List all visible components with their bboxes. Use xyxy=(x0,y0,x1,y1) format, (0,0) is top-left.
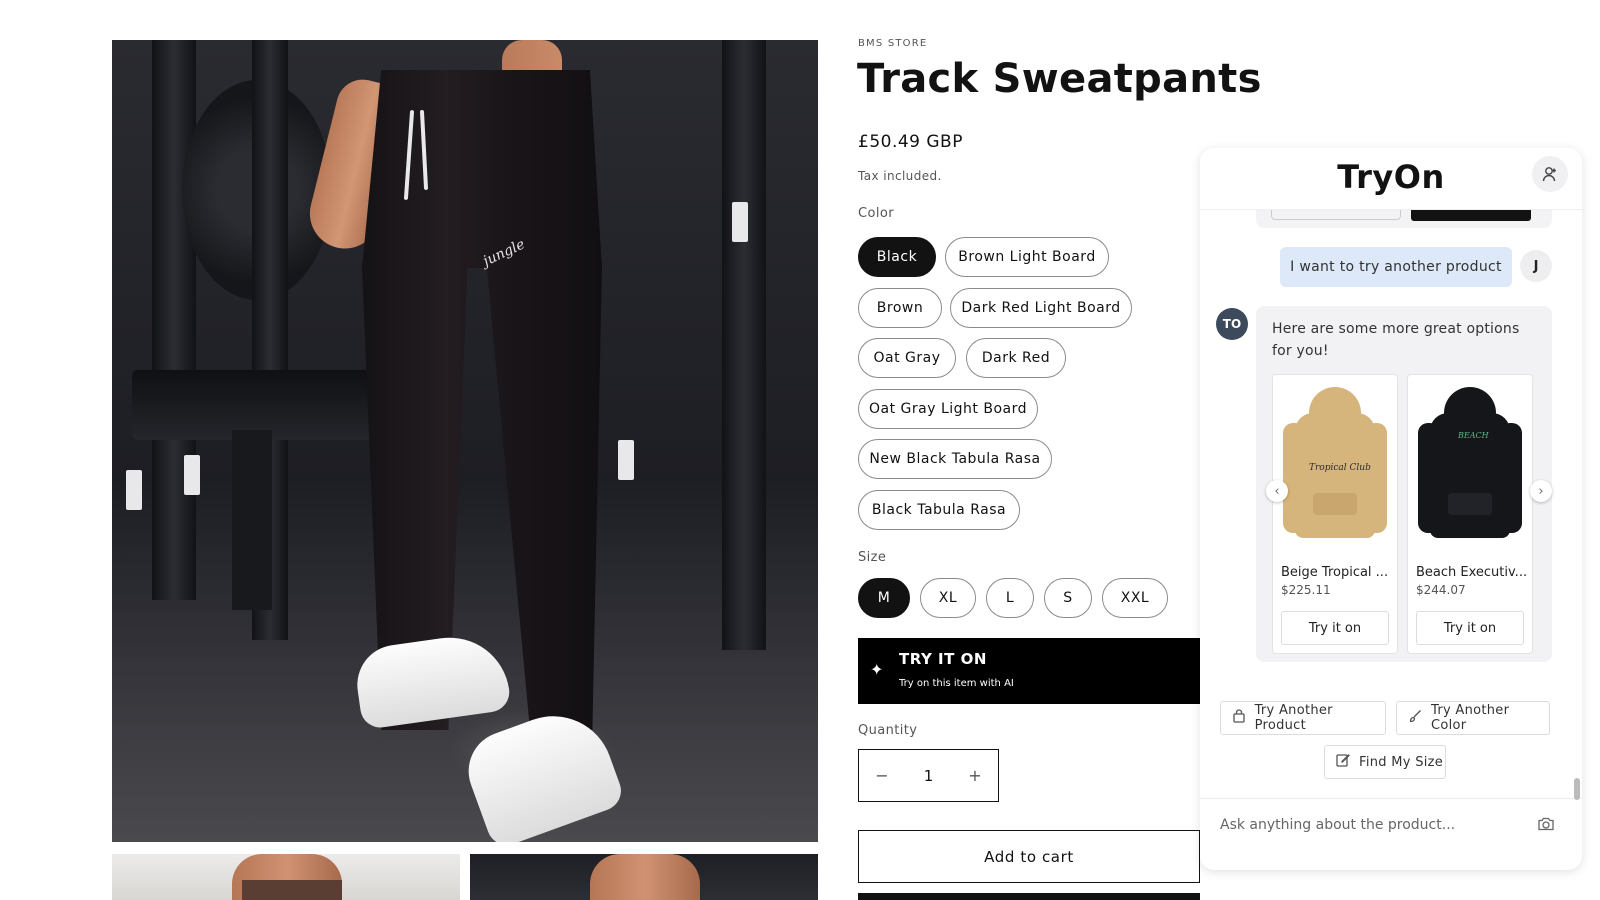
size-option-m[interactable]: M xyxy=(858,578,910,618)
thumbnail-pants xyxy=(242,880,342,900)
product-main-image[interactable]: jungle xyxy=(112,40,818,842)
carousel-prev-icon[interactable]: ‹ xyxy=(1266,480,1288,502)
hoodie-image: Tropical Club xyxy=(1283,383,1387,543)
size-option-xl[interactable]: XL xyxy=(920,578,976,618)
product-card-image[interactable]: BEACH xyxy=(1408,375,1532,551)
product-card-image[interactable]: Tropical Club xyxy=(1273,375,1397,551)
rack-tag xyxy=(732,202,748,242)
tax-note: Tax included. xyxy=(858,169,942,183)
quantity-label: Quantity xyxy=(858,723,918,738)
color-option-brown-light-board[interactable]: Brown Light Board xyxy=(945,237,1109,277)
gym-rack xyxy=(152,40,196,600)
try-another-product-button[interactable]: Try Another Product xyxy=(1220,701,1386,735)
bot-message: Here are some more great options for you… xyxy=(1256,306,1552,662)
bag-icon xyxy=(1231,709,1247,727)
chat-input[interactable] xyxy=(1220,812,1520,838)
widget-title: TryOn xyxy=(1337,158,1445,196)
camera-icon[interactable] xyxy=(1534,812,1558,836)
size-option-l[interactable]: L xyxy=(986,578,1034,618)
find-my-size-button[interactable]: Find My Size xyxy=(1324,745,1446,779)
size-label: Size xyxy=(858,550,887,565)
quantity-stepper: − 1 + xyxy=(858,749,999,802)
product-card-price: $244.07 xyxy=(1416,583,1466,597)
buy-now-button[interactable] xyxy=(858,893,1200,900)
product-card-price: $225.11 xyxy=(1281,583,1331,597)
color-option-brown[interactable]: Brown xyxy=(858,288,942,328)
product-card[interactable]: Tropical Club Beige Tropical ... $225.11… xyxy=(1272,374,1398,654)
color-option-oat-gray-light-board[interactable]: Oat Gray Light Board xyxy=(858,389,1038,429)
color-option-oat-gray[interactable]: Oat Gray xyxy=(858,338,956,378)
try-it-on-subtitle: Try on this item with AI xyxy=(899,678,1014,689)
carousel-next-icon[interactable]: › xyxy=(1530,480,1552,502)
color-option-black[interactable]: Black xyxy=(858,237,936,277)
product-price: £50.49 GBP xyxy=(858,132,963,152)
vendor-name: BMS STORE xyxy=(858,38,928,49)
gym-rack xyxy=(722,40,766,650)
hoodie-print: Tropical Club xyxy=(1309,463,1371,473)
bot-avatar: TO xyxy=(1216,308,1248,340)
gym-bench-leg xyxy=(232,430,272,610)
previous-button xyxy=(1411,210,1531,221)
product-title: Track Sweatpants xyxy=(857,56,1262,102)
try-it-on-card-button[interactable]: Try it on xyxy=(1416,611,1524,645)
try-it-on-card-button[interactable]: Try it on xyxy=(1281,611,1389,645)
user-message: I want to try another product xyxy=(1280,247,1512,287)
product-card-name[interactable]: Beach Executiv... xyxy=(1416,565,1528,580)
brush-icon xyxy=(1407,709,1423,727)
product-card[interactable]: BEACH Beach Executiv... $244.07 Try it o… xyxy=(1407,374,1533,654)
bot-message-text: Here are some more great options for you… xyxy=(1272,321,1520,359)
tryon-chat-widget: TryOn I want to try another product J TO… xyxy=(1200,148,1582,870)
user-avatar: J xyxy=(1520,250,1552,282)
color-option-new-black-tabula-rasa[interactable]: New Black Tabula Rasa xyxy=(858,439,1052,479)
add-to-cart-button[interactable]: Add to cart xyxy=(858,830,1200,883)
color-option-dark-red[interactable]: Dark Red xyxy=(966,338,1066,378)
try-another-product-label: Try Another Product xyxy=(1254,703,1333,733)
rack-tag xyxy=(126,470,142,510)
find-my-size-label: Find My Size xyxy=(1359,754,1444,770)
hoodie-image: BEACH xyxy=(1418,383,1522,543)
divider xyxy=(1200,798,1582,799)
product-thumbnail[interactable] xyxy=(470,854,818,900)
try-another-color-label: Try Another Color xyxy=(1430,703,1510,733)
widget-scrollbar[interactable] xyxy=(1574,778,1580,800)
color-option-dark-red-light-board[interactable]: Dark Red Light Board xyxy=(950,288,1132,328)
size-option-s[interactable]: S xyxy=(1044,578,1092,618)
user-icon[interactable] xyxy=(1532,156,1568,192)
color-option-black-tabula-rasa[interactable]: Black Tabula Rasa xyxy=(858,490,1020,530)
sparkle-icon: ✦ xyxy=(870,660,884,679)
sweatpants xyxy=(362,70,602,730)
decrease-quantity-button[interactable]: − xyxy=(859,766,905,785)
product-card-name[interactable]: Beige Tropical ... xyxy=(1281,565,1393,580)
previous-message-card xyxy=(1256,210,1552,228)
sneaker xyxy=(352,629,512,731)
color-label: Color xyxy=(858,206,894,221)
model-torso xyxy=(590,854,700,900)
try-it-on-button[interactable]: ✦ TRY IT ON Try on this item with AI xyxy=(858,638,1200,704)
sneaker xyxy=(457,699,627,842)
edit-icon xyxy=(1335,753,1351,771)
rack-tag xyxy=(184,455,200,495)
product-thumbnail[interactable] xyxy=(112,854,460,900)
widget-header: TryOn xyxy=(1200,148,1582,210)
rack-tag xyxy=(618,440,634,480)
increase-quantity-button[interactable]: + xyxy=(952,766,998,785)
try-it-on-title: TRY IT ON xyxy=(899,650,987,668)
hoodie-print: BEACH xyxy=(1458,431,1489,440)
previous-input xyxy=(1271,210,1401,220)
try-another-color-button[interactable]: Try Another Color xyxy=(1396,701,1550,735)
size-option-xxl[interactable]: XXL xyxy=(1102,578,1168,618)
quantity-value[interactable]: 1 xyxy=(905,767,952,785)
